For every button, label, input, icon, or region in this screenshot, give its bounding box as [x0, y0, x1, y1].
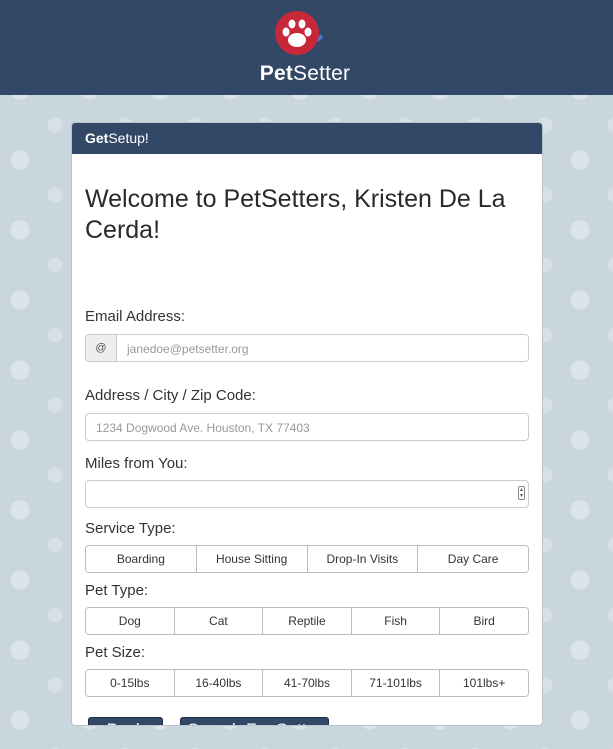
address-label: Address / City / Zip Code: — [85, 387, 256, 404]
top-banner: PetSetter — [0, 0, 613, 95]
welcome-heading: Welcome to PetSetters, Kristen De La Cer… — [85, 185, 506, 244]
pet-type-bird-button[interactable]: Bird — [440, 608, 528, 634]
pet-type-fish-button[interactable]: Fish — [351, 608, 441, 634]
pet-size-16-40-button[interactable]: 16-40lbs — [174, 670, 264, 696]
service-boarding-button[interactable]: Boarding — [86, 546, 197, 572]
setup-card: GetSetup! Welcome to PetSetters, Kristen… — [71, 122, 543, 726]
pet-size-group: 0-15lbs 16-40lbs 41-70lbs 71-101lbs 101l… — [85, 669, 529, 697]
paw-logo-icon — [275, 11, 323, 55]
card-header: GetSetup! — [72, 123, 542, 154]
number-spinner-icon[interactable]: ▴ ▾ — [518, 486, 525, 500]
service-type-label: Service Type: — [85, 520, 176, 537]
pet-type-group: Dog Cat Reptile Fish Bird — [85, 607, 529, 635]
pet-size-101-plus-button[interactable]: 101lbs+ — [440, 670, 528, 696]
pet-type-cat-button[interactable]: Cat — [174, 608, 264, 634]
service-house-sitting-button[interactable]: House Sitting — [196, 546, 308, 572]
pet-size-0-15-button[interactable]: 0-15lbs — [86, 670, 175, 696]
email-label: Email Address: — [85, 308, 186, 325]
pet-type-reptile-button[interactable]: Reptile — [263, 608, 352, 634]
service-type-group: Boarding House Sitting Drop-In Visits Da… — [85, 545, 529, 573]
brand-name: PetSetter — [259, 62, 351, 85]
miles-input[interactable]: ▴ ▾ — [85, 480, 529, 508]
petsetter-logo[interactable]: PetSetter — [255, 8, 355, 88]
miles-label: Miles from You: — [85, 455, 188, 472]
email-field[interactable]: @ janedoe@petsetter.org — [85, 334, 529, 362]
email-placeholder: janedoe@petsetter.org — [127, 342, 249, 356]
search-for-setter-button[interactable]: Search For Setter — [180, 717, 329, 725]
pet-size-71-101-button[interactable]: 71-101lbs — [351, 670, 441, 696]
at-sign-addon: @ — [86, 335, 117, 361]
address-placeholder: 1234 Dogwood Ave. Houston, TX 77403 — [96, 421, 310, 435]
service-drop-in-button[interactable]: Drop-In Visits — [307, 546, 419, 572]
address-field[interactable]: 1234 Dogwood Ave. Houston, TX 77403 — [85, 413, 529, 441]
pet-size-label: Pet Size: — [85, 644, 146, 661]
back-button[interactable]: Back — [88, 717, 163, 725]
pet-size-41-70-button[interactable]: 41-70lbs — [263, 670, 352, 696]
pet-type-dog-button[interactable]: Dog — [86, 608, 175, 634]
pet-type-label: Pet Type: — [85, 582, 149, 599]
service-day-care-button[interactable]: Day Care — [418, 546, 528, 572]
